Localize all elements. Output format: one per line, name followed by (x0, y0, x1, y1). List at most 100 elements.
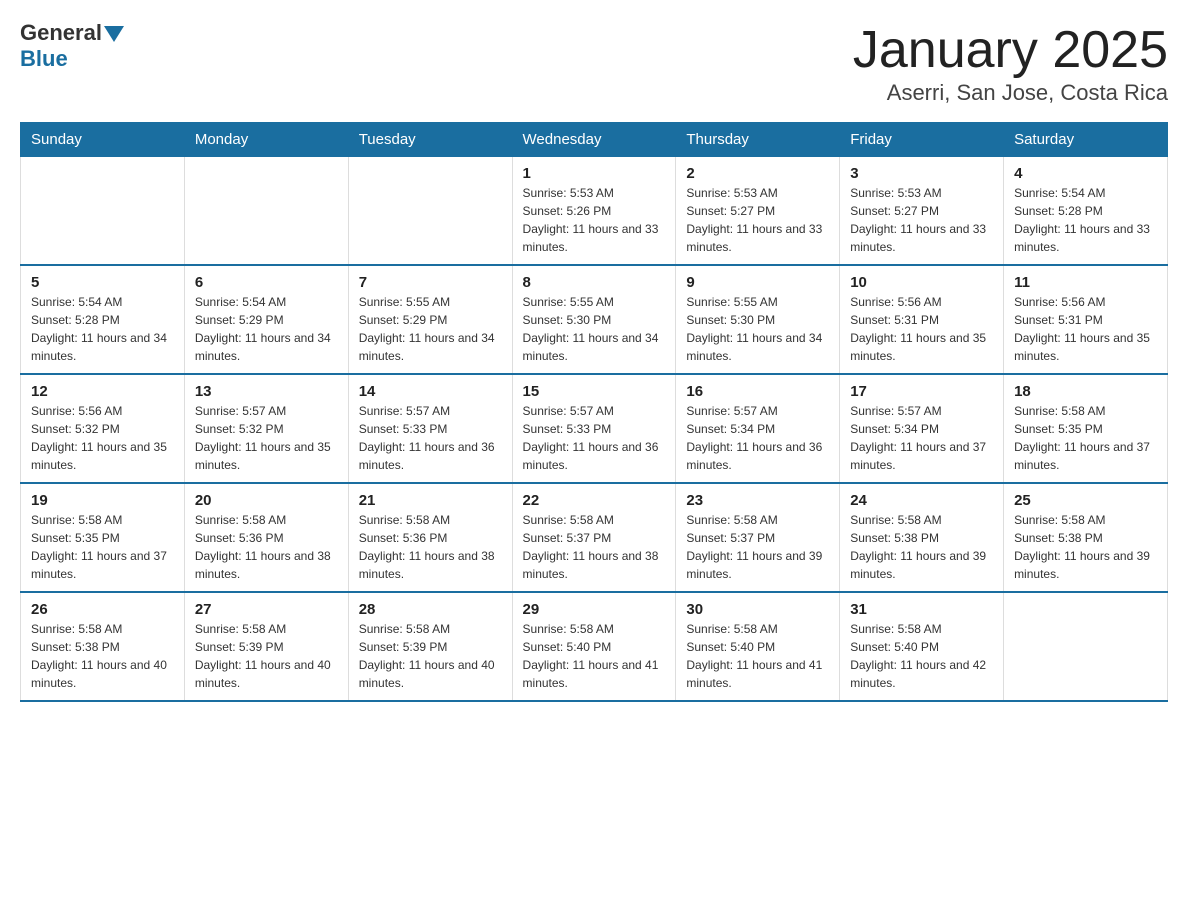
day-info: Sunrise: 5:58 AM Sunset: 5:37 PM Dayligh… (523, 511, 666, 583)
page-header: General Blue January 2025 Aserri, San Jo… (20, 20, 1168, 106)
day-number: 15 (523, 383, 666, 400)
day-number: 29 (523, 601, 666, 618)
day-info: Sunrise: 5:58 AM Sunset: 5:38 PM Dayligh… (1014, 511, 1157, 583)
calendar-day-cell: 3 Sunrise: 5:53 AM Sunset: 5:27 PM Daylig… (840, 157, 1004, 266)
calendar-day-cell: 20 Sunrise: 5:58 AM Sunset: 5:36 PM Dayli… (184, 483, 348, 592)
day-number: 13 (195, 383, 338, 400)
calendar-day-cell: 14 Sunrise: 5:57 AM Sunset: 5:33 PM Dayli… (348, 374, 512, 483)
calendar-day-cell: 28 Sunrise: 5:58 AM Sunset: 5:39 PM Dayli… (348, 592, 512, 701)
day-info: Sunrise: 5:58 AM Sunset: 5:36 PM Dayligh… (195, 511, 338, 583)
calendar-day-cell: 12Sunrise: 5:56 AM Sunset: 5:32 PM Dayli… (21, 374, 185, 483)
calendar-header: SundayMondayTuesdayWednesdayThursdayFrid… (21, 123, 1168, 157)
day-info: Sunrise: 5:57 AM Sunset: 5:34 PM Dayligh… (850, 402, 993, 474)
calendar-empty-cell (1004, 592, 1168, 701)
day-info: Sunrise: 5:58 AM Sunset: 5:40 PM Dayligh… (850, 620, 993, 692)
day-info: Sunrise: 5:58 AM Sunset: 5:35 PM Dayligh… (31, 511, 174, 583)
day-number: 19 (31, 492, 174, 509)
calendar-day-cell: 30Sunrise: 5:58 AM Sunset: 5:40 PM Dayli… (676, 592, 840, 701)
day-number: 9 (686, 274, 829, 291)
day-number: 30 (686, 601, 829, 618)
calendar-day-cell: 4 Sunrise: 5:54 AM Sunset: 5:28 PM Daylig… (1004, 157, 1168, 266)
day-info: Sunrise: 5:56 AM Sunset: 5:31 PM Dayligh… (850, 293, 993, 365)
day-number: 7 (359, 274, 502, 291)
calendar-week-row: 5 Sunrise: 5:54 AM Sunset: 5:28 PM Daylig… (21, 265, 1168, 374)
calendar-empty-cell (184, 157, 348, 266)
day-info: Sunrise: 5:57 AM Sunset: 5:33 PM Dayligh… (359, 402, 502, 474)
calendar-day-cell: 26 Sunrise: 5:58 AM Sunset: 5:38 PM Dayli… (21, 592, 185, 701)
calendar-day-cell: 6Sunrise: 5:54 AM Sunset: 5:29 PM Daylig… (184, 265, 348, 374)
calendar-day-cell: 23 Sunrise: 5:58 AM Sunset: 5:37 PM Dayli… (676, 483, 840, 592)
day-number: 16 (686, 383, 829, 400)
day-info: Sunrise: 5:58 AM Sunset: 5:36 PM Dayligh… (359, 511, 502, 583)
day-info: Sunrise: 5:53 AM Sunset: 5:26 PM Dayligh… (523, 184, 666, 256)
calendar-day-cell: 11Sunrise: 5:56 AM Sunset: 5:31 PM Dayli… (1004, 265, 1168, 374)
calendar-day-cell: 15Sunrise: 5:57 AM Sunset: 5:33 PM Dayli… (512, 374, 676, 483)
location-title: Aserri, San Jose, Costa Rica (853, 80, 1168, 106)
day-info: Sunrise: 5:58 AM Sunset: 5:40 PM Dayligh… (523, 620, 666, 692)
day-number: 22 (523, 492, 666, 509)
calendar-day-cell: 21 Sunrise: 5:58 AM Sunset: 5:36 PM Dayli… (348, 483, 512, 592)
day-number: 20 (195, 492, 338, 509)
calendar-table: SundayMondayTuesdayWednesdayThursdayFrid… (20, 122, 1168, 702)
calendar-day-cell: 1Sunrise: 5:53 AM Sunset: 5:26 PM Daylig… (512, 157, 676, 266)
calendar-empty-cell (21, 157, 185, 266)
day-info: Sunrise: 5:57 AM Sunset: 5:32 PM Dayligh… (195, 402, 338, 474)
day-of-week-header: Saturday (1004, 123, 1168, 157)
logo: General Blue (20, 20, 124, 72)
day-info: Sunrise: 5:55 AM Sunset: 5:29 PM Dayligh… (359, 293, 502, 365)
day-info: Sunrise: 5:58 AM Sunset: 5:39 PM Dayligh… (359, 620, 502, 692)
day-info: Sunrise: 5:54 AM Sunset: 5:28 PM Dayligh… (31, 293, 174, 365)
day-of-week-header: Tuesday (348, 123, 512, 157)
calendar-day-cell: 25 Sunrise: 5:58 AM Sunset: 5:38 PM Dayli… (1004, 483, 1168, 592)
day-number: 11 (1014, 274, 1157, 291)
calendar-day-cell: 24Sunrise: 5:58 AM Sunset: 5:38 PM Dayli… (840, 483, 1004, 592)
day-of-week-header: Thursday (676, 123, 840, 157)
calendar-day-cell: 17Sunrise: 5:57 AM Sunset: 5:34 PM Dayli… (840, 374, 1004, 483)
day-number: 21 (359, 492, 502, 509)
calendar-week-row: 26 Sunrise: 5:58 AM Sunset: 5:38 PM Dayli… (21, 592, 1168, 701)
day-info: Sunrise: 5:58 AM Sunset: 5:39 PM Dayligh… (195, 620, 338, 692)
day-info: Sunrise: 5:53 AM Sunset: 5:27 PM Dayligh… (850, 184, 993, 256)
calendar-day-cell: 9Sunrise: 5:55 AM Sunset: 5:30 PM Daylig… (676, 265, 840, 374)
day-number: 27 (195, 601, 338, 618)
title-block: January 2025 Aserri, San Jose, Costa Ric… (853, 20, 1168, 106)
day-of-week-header: Monday (184, 123, 348, 157)
calendar-day-cell: 31 Sunrise: 5:58 AM Sunset: 5:40 PM Dayli… (840, 592, 1004, 701)
calendar-day-cell: 2 Sunrise: 5:53 AM Sunset: 5:27 PM Daylig… (676, 157, 840, 266)
day-info: Sunrise: 5:58 AM Sunset: 5:37 PM Dayligh… (686, 511, 829, 583)
day-info: Sunrise: 5:54 AM Sunset: 5:28 PM Dayligh… (1014, 184, 1157, 256)
day-number: 25 (1014, 492, 1157, 509)
day-number: 23 (686, 492, 829, 509)
day-info: Sunrise: 5:55 AM Sunset: 5:30 PM Dayligh… (523, 293, 666, 365)
day-number: 24 (850, 492, 993, 509)
calendar-day-cell: 7 Sunrise: 5:55 AM Sunset: 5:29 PM Daylig… (348, 265, 512, 374)
day-number: 14 (359, 383, 502, 400)
calendar-day-cell: 19 Sunrise: 5:58 AM Sunset: 5:35 PM Dayli… (21, 483, 185, 592)
day-info: Sunrise: 5:58 AM Sunset: 5:38 PM Dayligh… (31, 620, 174, 692)
day-number: 3 (850, 165, 993, 182)
day-of-week-header: Friday (840, 123, 1004, 157)
day-number: 8 (523, 274, 666, 291)
day-number: 26 (31, 601, 174, 618)
calendar-day-cell: 13 Sunrise: 5:57 AM Sunset: 5:32 PM Dayli… (184, 374, 348, 483)
day-number: 10 (850, 274, 993, 291)
calendar-day-cell: 5 Sunrise: 5:54 AM Sunset: 5:28 PM Daylig… (21, 265, 185, 374)
calendar-week-row: 1Sunrise: 5:53 AM Sunset: 5:26 PM Daylig… (21, 157, 1168, 266)
calendar-day-cell: 16 Sunrise: 5:57 AM Sunset: 5:34 PM Dayli… (676, 374, 840, 483)
day-info: Sunrise: 5:56 AM Sunset: 5:32 PM Dayligh… (31, 402, 174, 474)
calendar-day-cell: 29 Sunrise: 5:58 AM Sunset: 5:40 PM Dayli… (512, 592, 676, 701)
day-number: 2 (686, 165, 829, 182)
logo-blue-text: Blue (20, 46, 124, 72)
day-number: 31 (850, 601, 993, 618)
month-title: January 2025 (853, 20, 1168, 80)
calendar-day-cell: 10 Sunrise: 5:56 AM Sunset: 5:31 PM Dayli… (840, 265, 1004, 374)
day-number: 6 (195, 274, 338, 291)
day-number: 28 (359, 601, 502, 618)
day-info: Sunrise: 5:53 AM Sunset: 5:27 PM Dayligh… (686, 184, 829, 256)
calendar-day-cell: 18Sunrise: 5:58 AM Sunset: 5:35 PM Dayli… (1004, 374, 1168, 483)
calendar-empty-cell (348, 157, 512, 266)
calendar-day-cell: 27 Sunrise: 5:58 AM Sunset: 5:39 PM Dayli… (184, 592, 348, 701)
day-number: 5 (31, 274, 174, 291)
day-number: 4 (1014, 165, 1157, 182)
day-info: Sunrise: 5:57 AM Sunset: 5:34 PM Dayligh… (686, 402, 829, 474)
